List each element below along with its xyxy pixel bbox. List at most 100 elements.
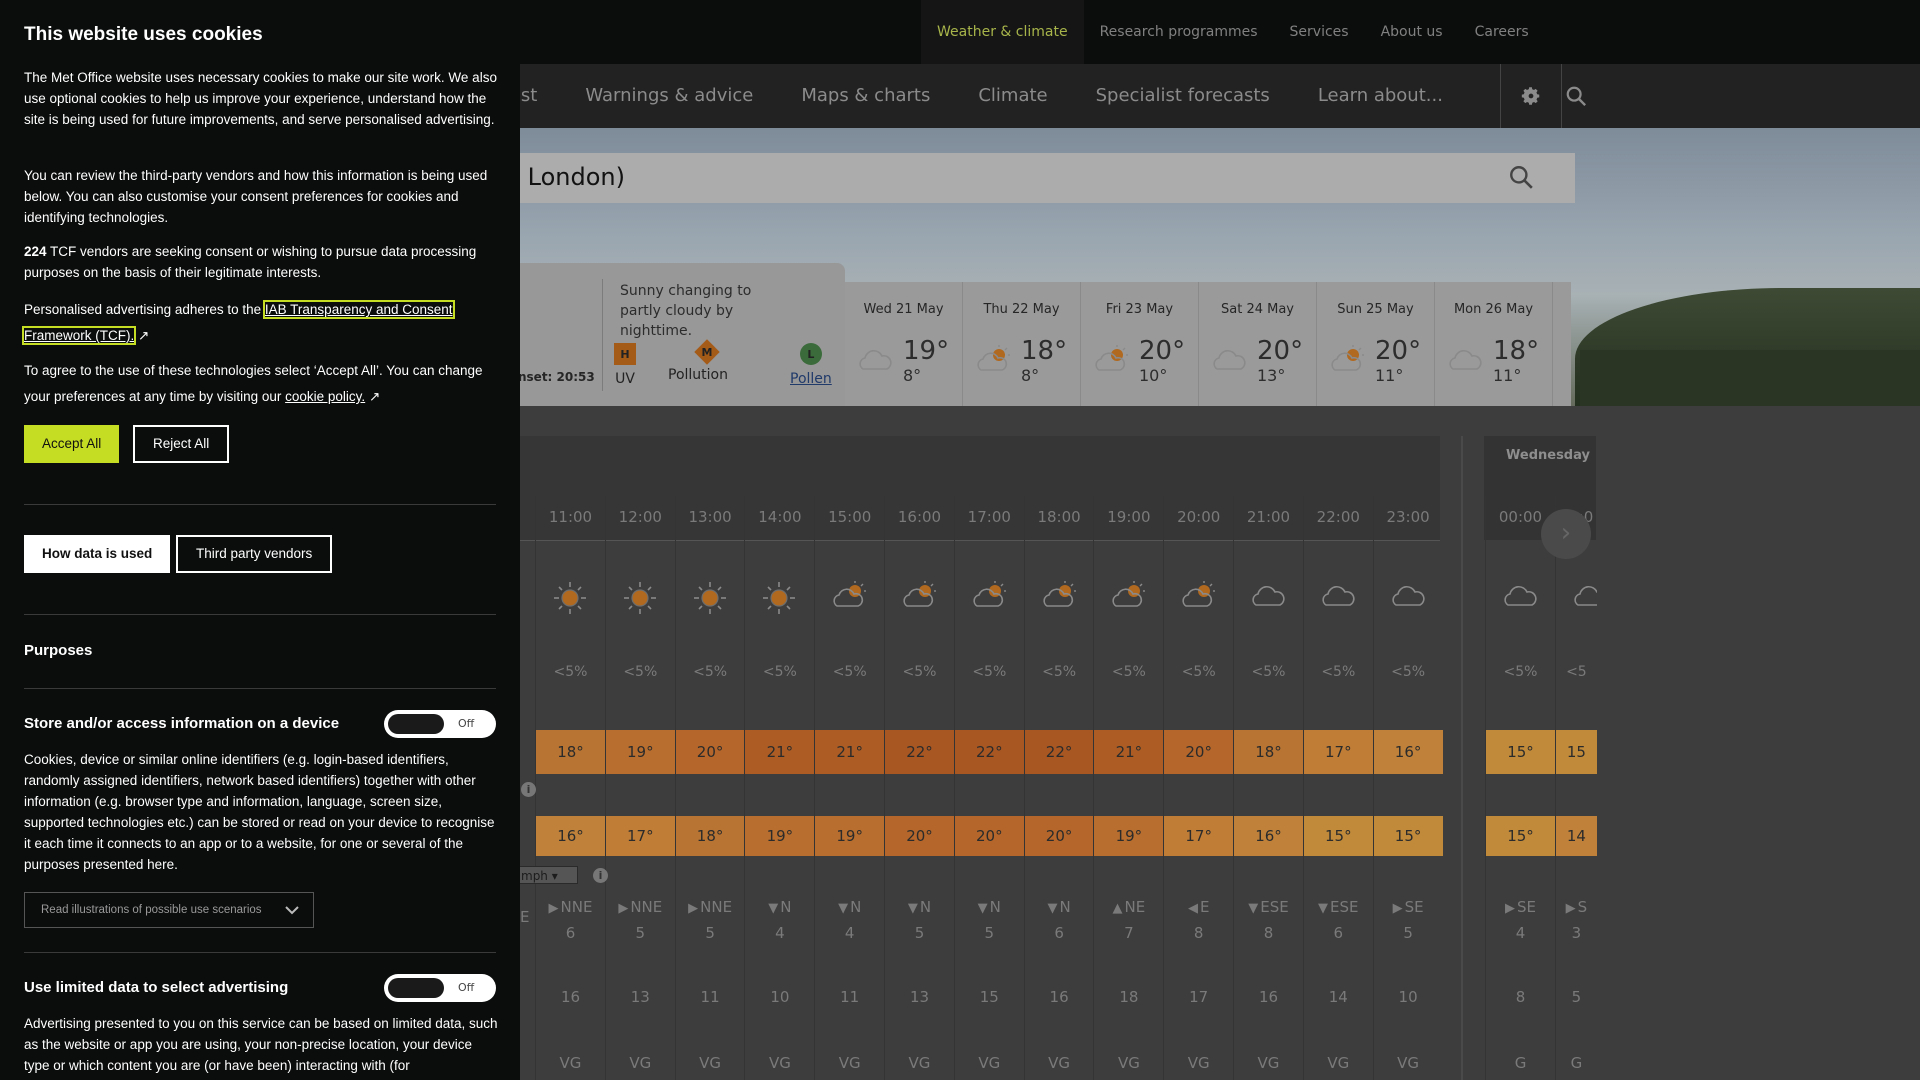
- hour-time: 22:00: [1316, 508, 1360, 526]
- day-tab[interactable]: Thu 22 May 18° 8°: [963, 282, 1081, 406]
- precipitation-chance: <5%: [762, 664, 797, 680]
- cloud-icon: [1320, 580, 1360, 614]
- cookie-policy-link[interactable]: cookie policy.: [285, 389, 365, 404]
- day-tab[interactable]: Mon 26 May 18° 11°: [1435, 282, 1553, 406]
- today-summary-text: Sunny changing to partly cloudy by night…: [620, 283, 752, 339]
- wind-direction-label: E: [1199, 898, 1210, 916]
- cloud-icon: [1447, 344, 1487, 378]
- wind-gust: 16: [560, 988, 581, 1006]
- chevron-down-icon: [285, 906, 299, 915]
- wind-arrow-icon: ▼: [838, 901, 849, 916]
- third-party-vendors-tab[interactable]: Third party vendors: [176, 535, 333, 573]
- main-nav-item[interactable]: Specialist forecasts: [1072, 64, 1294, 128]
- main-nav-item[interactable]: Learn about...: [1294, 64, 1467, 128]
- cookie-title: This website uses cookies: [24, 24, 263, 45]
- day-name: Mon 26 May: [1453, 302, 1534, 317]
- top-nav-link[interactable]: Weather & climate: [921, 0, 1084, 64]
- visibility: VG: [908, 1054, 931, 1072]
- use-scenarios-label: Read illustrations of possible use scena…: [41, 904, 262, 916]
- pollen-indicator[interactable]: L Pollen: [790, 343, 832, 387]
- wind-arrow-icon: ◀: [1187, 901, 1198, 916]
- uv-label: UV: [615, 371, 635, 387]
- wind-speed: 8: [1263, 924, 1274, 942]
- precipitation-chance: <5%: [1503, 664, 1538, 680]
- top-nav-link[interactable]: About us: [1365, 0, 1459, 64]
- vendor-count: 224: [24, 244, 47, 259]
- sun-cloud-icon: [901, 580, 941, 614]
- hour-time: 19:00: [1107, 508, 1151, 526]
- pollen-badge: L: [799, 343, 822, 365]
- toggle-knob: [388, 714, 444, 734]
- wind-direction: ▶ NNE: [606, 898, 675, 916]
- cloud-icon: [1502, 580, 1542, 614]
- visibility: G: [1570, 1054, 1583, 1072]
- location-search-button[interactable]: [1508, 164, 1534, 194]
- main-nav-item[interactable]: Warnings & advice: [561, 64, 777, 128]
- wind-info-icon[interactable]: i: [593, 868, 608, 883]
- day-tab[interactable]: Wed 21 May 19° 8°: [845, 282, 963, 406]
- wind-direction: ▶ S: [1556, 898, 1597, 916]
- wind-gust: 17: [1189, 988, 1209, 1006]
- wind-speed: 8: [1193, 924, 1204, 942]
- wind-direction-label: N: [1059, 898, 1071, 916]
- top-nav-link[interactable]: Services: [1274, 0, 1365, 64]
- pollen-link[interactable]: Pollen: [790, 371, 832, 387]
- day-tab[interactable]: Sun 25 May 20° 11°: [1317, 282, 1435, 406]
- purpose-ads-toggle[interactable]: Off: [384, 974, 496, 1002]
- toggle-knob: [388, 978, 444, 998]
- hour-time: 21:00: [1246, 508, 1291, 526]
- hour-column: 13:00 <5% 20° 18° ▶ NNE 5 11 VG: [674, 496, 745, 1080]
- divider: [24, 614, 496, 615]
- next-day-tab-edge[interactable]: [1553, 282, 1571, 406]
- wind-gust: 16: [1049, 988, 1069, 1006]
- cloud-icon: [1211, 344, 1251, 378]
- feels-like-cell: 19°: [815, 816, 885, 856]
- wind-arrow-icon: ▲: [1112, 901, 1123, 916]
- top-nav-link[interactable]: Careers: [1459, 0, 1545, 64]
- hour-time: 23:00: [1386, 508, 1430, 526]
- top-nav-link[interactable]: Research programmes: [1084, 0, 1274, 64]
- hour-time: 15:00: [828, 508, 872, 526]
- uv-badge: H: [614, 343, 636, 365]
- sun-cloud-icon: [1093, 344, 1133, 378]
- scroll-right-button[interactable]: ›: [1541, 509, 1591, 559]
- site-search-button[interactable]: [1546, 64, 1606, 128]
- wind-direction: ▶ NNE: [676, 898, 745, 916]
- wind-arrow-icon: ▼: [1318, 901, 1329, 916]
- sun-cloud-icon: [1110, 580, 1150, 614]
- purposes-heading: Purposes: [24, 642, 93, 659]
- use-scenarios-dropdown[interactable]: Read illustrations of possible use scena…: [24, 892, 314, 928]
- day-name: Sat 24 May: [1221, 302, 1294, 317]
- location-search-box[interactable]: ter London): [420, 153, 1575, 203]
- info-icon[interactable]: i: [521, 782, 536, 797]
- how-data-is-used-tab[interactable]: How data is used: [24, 535, 171, 573]
- day-name: Wed 21 May: [863, 302, 944, 317]
- main-nav-item[interactable]: Climate: [954, 64, 1071, 128]
- wind-direction-label: NNE: [630, 898, 663, 916]
- pollution-indicator: M Pollution: [668, 339, 728, 383]
- temperature-cell: 16°: [1373, 730, 1443, 774]
- accept-all-button[interactable]: Accept All: [24, 425, 120, 463]
- wind-gust: 18: [1119, 988, 1139, 1006]
- feels-like-cell: 20°: [885, 816, 954, 856]
- visibility: VG: [1327, 1054, 1350, 1072]
- purpose-ads-text: Advertising presented to you on this ser…: [24, 1016, 498, 1073]
- day-tab[interactable]: Sat 24 May 20° 13°: [1199, 282, 1317, 406]
- hour-column: 12:00 <5% 19° 17° ▶ NNE 5 13 VG: [604, 496, 675, 1080]
- day-low-temp: 11°: [1493, 366, 1522, 385]
- visibility: VG: [629, 1054, 652, 1072]
- feels-like-cell: 16°: [1234, 816, 1303, 856]
- wind-gust: 11: [700, 988, 720, 1006]
- visibility: VG: [559, 1054, 582, 1072]
- purpose-store-toggle[interactable]: Off: [384, 710, 496, 738]
- hour-column: 22:00 <5% 17° 15° ▼ ESE 6 14 VG: [1302, 496, 1373, 1080]
- main-nav-item[interactable]: Maps & charts: [777, 64, 954, 128]
- wind-arrow-icon: ▶: [1565, 901, 1576, 916]
- cookie-agree-text: To agree to the use of these technologie…: [24, 358, 499, 410]
- feels-like-cell: 14: [1555, 816, 1597, 856]
- day-tab[interactable]: Fri 23 May 20° 10°: [1081, 282, 1199, 406]
- temperature-cell: 21°: [745, 730, 815, 774]
- visibility: G: [1514, 1054, 1527, 1072]
- day-high-temp: 18°: [1021, 336, 1068, 366]
- reject-all-button[interactable]: Reject All: [133, 425, 230, 463]
